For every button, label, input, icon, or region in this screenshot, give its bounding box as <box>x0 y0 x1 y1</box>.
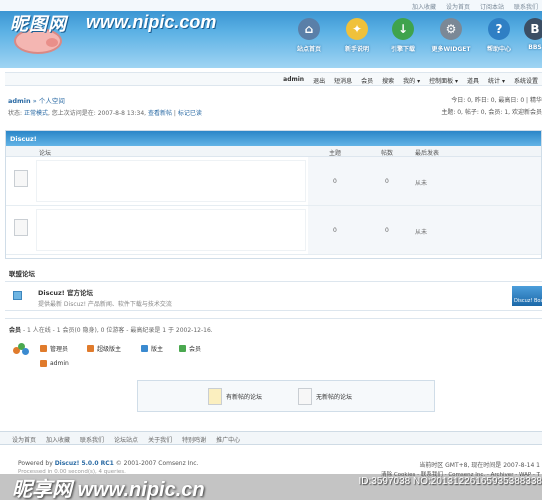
watermark-logo: 昵图网 <box>10 14 67 34</box>
super-moderator-icon <box>87 345 94 352</box>
forum-legend: 有新帖的论坛 无新帖的论坛 <box>137 380 435 412</box>
alliance-banner[interactable]: Discuz! Board <box>512 286 542 306</box>
user-links: admin 退出 短消息 会员 搜索 我的 ▾ 控制面板 ▾ 道具 统计 ▾ 系… <box>283 76 538 85</box>
my-link[interactable]: 我的 ▾ <box>403 76 420 85</box>
footer-link[interactable]: 推广中心 <box>216 435 240 444</box>
forum-title-area[interactable] <box>36 160 306 202</box>
breadcrumb-user[interactable]: admin <box>8 97 31 105</box>
top-link-contact[interactable]: 联系我们 <box>514 2 538 11</box>
role-mod: 版主 <box>141 344 163 353</box>
control-panel-link[interactable]: 控制面板 ▾ <box>429 76 458 85</box>
footer-link[interactable]: 设为首页 <box>12 435 36 444</box>
help-icon: ? <box>488 18 510 40</box>
nav-home[interactable]: ⌂ 站点首页 <box>284 18 334 53</box>
members-online: 会员 - 1 人在线 - 1 会员(0 隐身), 0 位游客 - 最高纪录是 1… <box>5 318 542 373</box>
gears-icon: ⚙ <box>440 18 462 40</box>
nav-widget[interactable]: ⚙ 更多WIDGET <box>426 18 476 53</box>
forum-posts: 0 <box>385 227 389 234</box>
user-icon <box>40 360 47 367</box>
forum-last-post: 从未 <box>415 229 428 236</box>
logout-link[interactable]: 退出 <box>313 76 325 85</box>
member-icon <box>179 345 186 352</box>
house-icon: ⌂ <box>298 18 320 40</box>
user-name-link[interactable]: admin <box>283 76 304 85</box>
top-strip: 加入收藏 设为首页 订阅本站 联系我们 <box>0 0 542 11</box>
mode-link[interactable]: 正常模式 <box>24 110 48 117</box>
footer-link[interactable]: 联系我们 <box>80 435 104 444</box>
forum-topics: 0 <box>333 227 337 234</box>
no-new-forum-icon <box>298 388 312 405</box>
view-new-link[interactable]: 查看新帖 <box>148 110 172 117</box>
stats-line-1: 今日: 0, 昨日: 0, 最高日: 0 | 精华 <box>451 97 542 104</box>
tools-link[interactable]: 道具 <box>467 76 479 85</box>
footer-link[interactable]: 加入收藏 <box>46 435 70 444</box>
search-link[interactable]: 搜索 <box>382 76 394 85</box>
new-forum-icon <box>208 388 222 405</box>
download-icon: ↓ <box>392 18 414 40</box>
footer-link[interactable]: 特别鸣谢 <box>182 435 206 444</box>
user-bar: admin 退出 短消息 会员 搜索 我的 ▾ 控制面板 ▾ 道具 统计 ▾ 系… <box>5 72 542 86</box>
site-header: 加入收藏 设为首页 订阅本站 联系我们 ⌂ 站点首页 ✦ 新手说明 ↓ 引擎下载… <box>0 0 542 68</box>
admin-icon <box>40 345 47 352</box>
footer-link[interactable]: 论坛站点 <box>114 435 138 444</box>
nav-guide[interactable]: ✦ 新手说明 <box>332 18 382 53</box>
moderator-icon <box>141 345 148 352</box>
watermark-id: ID:3597038 NO:20131226165935388338 <box>358 476 542 487</box>
mark-read-link[interactable]: 标记已读 <box>178 110 202 117</box>
bbs-icon: B <box>524 18 542 40</box>
alliance-item: Discuz! 官方论坛 提供最新 Discuz! 产品新闻、软件下载与技术交流… <box>5 281 542 311</box>
users-group-icon <box>13 343 29 356</box>
status-line: 状态: 正常模式, 您上次访问是在: 2007-8-8 13:34, 查看新帖 … <box>8 110 202 117</box>
forum-last-post: 从未 <box>415 180 428 187</box>
stats-link[interactable]: 统计 ▾ <box>488 76 505 85</box>
bulb-icon: ✦ <box>346 18 368 40</box>
forum-title-area[interactable] <box>36 209 306 251</box>
forum-icon <box>14 170 28 187</box>
forum-row[interactable]: 0 0 从未 <box>6 157 541 206</box>
discuz-link[interactable]: Discuz! 5.0.0 RC1 <box>55 460 114 467</box>
alliance-desc: 提供最新 Discuz! 产品新闻、软件下载与技术交流 <box>38 301 172 308</box>
nav-bbs[interactable]: B BBS <box>520 18 542 51</box>
current-time: 当前时区 GMT+8, 现在时间是 2007-8-14 1 <box>419 462 540 469</box>
members-link[interactable]: 会员 <box>361 76 373 85</box>
online-user[interactable]: admin <box>40 360 69 367</box>
alliance-name[interactable]: Discuz! 官方论坛 <box>38 287 93 297</box>
top-link-subscribe[interactable]: 订阅本站 <box>480 2 504 11</box>
alliance-title: 联盟论坛 <box>9 270 35 278</box>
powered-by: Powered by Discuz! 5.0.0 RC1 © 2001-2007… <box>18 460 199 467</box>
footer-links: 设为首页 加入收藏 联系我们 论坛站点 关于我们 特别鸣谢 推广中心 <box>0 431 542 445</box>
forum-topics: 0 <box>333 178 337 185</box>
breadcrumb-separator: » <box>32 97 37 105</box>
role-super-mod: 超级版主 <box>87 344 121 353</box>
watermark-url: www.nipic.com <box>86 12 217 32</box>
members-summary: 会员 - 1 人在线 - 1 会员(0 隐身), 0 位游客 - 最高纪录是 1… <box>9 327 213 334</box>
forum-row[interactable]: 0 0 从未 <box>6 206 541 255</box>
role-admin: 管理员 <box>40 344 68 353</box>
top-link-favorite[interactable]: 加入收藏 <box>412 2 436 11</box>
forum-icon <box>14 219 28 236</box>
nav-download[interactable]: ↓ 引擎下载 <box>378 18 428 53</box>
breadcrumb: admin » 个人空间 <box>8 95 65 105</box>
stats-line-2: 主题: 0, 帖子: 0, 会员: 1, 欢迎新会员 <box>441 109 542 116</box>
alliance-section: 联盟论坛 Discuz! 官方论坛 提供最新 Discuz! 产品新闻、软件下载… <box>5 266 542 314</box>
forum-table: Discuz! 论坛 主题 帖数 最后发表 0 0 从未 0 0 从未 <box>5 130 542 259</box>
top-links: 加入收藏 设为首页 订阅本站 联系我们 <box>412 2 538 11</box>
watermark-bottom: 昵享网 www.nipic.cn <box>12 479 205 500</box>
forum-posts: 0 <box>385 178 389 185</box>
forum-category[interactable]: Discuz! <box>6 131 541 146</box>
legend-none: 无新帖的论坛 <box>298 388 352 405</box>
settings-link[interactable]: 系统设置 <box>514 76 538 85</box>
top-link-homepage[interactable]: 设为首页 <box>446 2 470 11</box>
legend-new: 有新帖的论坛 <box>208 388 262 405</box>
footer-link[interactable]: 关于我们 <box>148 435 172 444</box>
nav-help[interactable]: ? 帮助中心 <box>474 18 524 53</box>
role-member: 会员 <box>179 344 201 353</box>
alliance-forum-icon <box>13 291 22 300</box>
breadcrumb-space[interactable]: 个人空间 <box>39 97 65 105</box>
messages-link[interactable]: 短消息 <box>334 76 352 85</box>
forum-table-header: 论坛 主题 帖数 最后发表 <box>6 146 541 157</box>
